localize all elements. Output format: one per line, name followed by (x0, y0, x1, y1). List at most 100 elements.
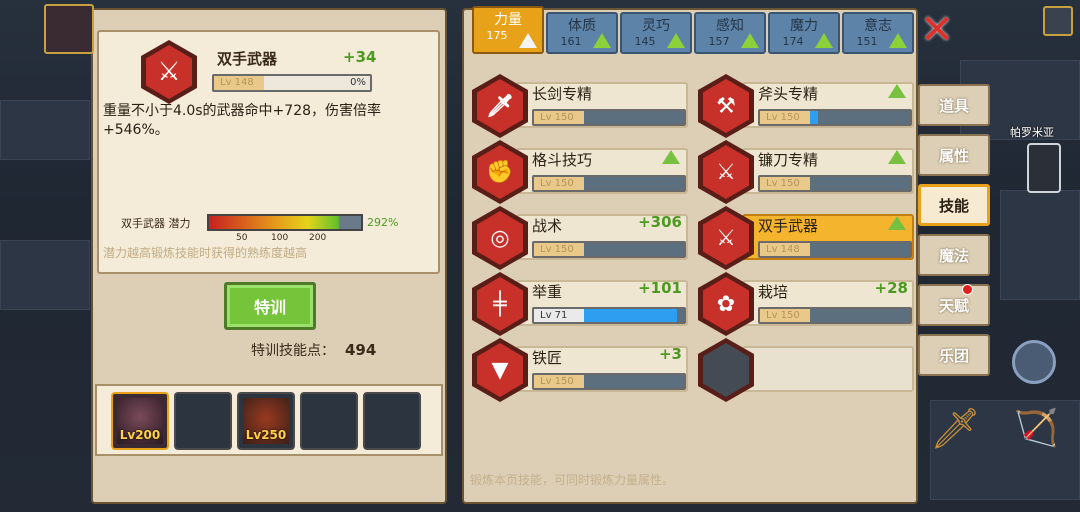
skill-name: 战术 (532, 217, 563, 235)
skill-item[interactable]: ⚔ 镰刀专精 Lv 150 (698, 140, 914, 204)
skill-box (742, 346, 914, 392)
skill-name: 斧头专精 (758, 85, 819, 103)
detail-progress: 0% (350, 77, 366, 88)
train-points: 特训技能点： 494 (251, 340, 376, 360)
skill-progress-fill (584, 309, 677, 322)
skill-level-bar: Lv 150 (532, 373, 686, 390)
slot-2[interactable] (174, 392, 232, 450)
skill-bonus: +3 (658, 345, 682, 363)
skill-detail-panel: ⚔ 双手武器 +34 Lv 148 0% 重量不小于4.0s的武器命中+728，… (91, 8, 447, 504)
upgrade-arrow-icon (888, 216, 906, 230)
tab-will[interactable]: 意志 151 (842, 12, 914, 54)
tab-strength[interactable]: 力量 175 (472, 6, 544, 54)
skill-level: Lv 150 (534, 177, 584, 190)
potential-percent: 292% (367, 216, 399, 229)
skill-level-bar: Lv 150 (532, 109, 686, 126)
sword-action-icon[interactable]: 🗡 (930, 405, 981, 453)
train-points-value: 494 (345, 341, 377, 359)
skill-name: 双手武器 (758, 217, 819, 235)
skill-level: Lv 150 (534, 243, 584, 256)
detail-level: Lv 148 (214, 76, 264, 90)
skill-level-bar: Lv 150 (758, 175, 912, 192)
skill-name: 长剑专精 (532, 85, 593, 103)
side-menu-item[interactable]: 魔法 (918, 234, 990, 276)
equipment-slots: Lv200 Lv250 (95, 384, 443, 456)
potential-tick-50: 50 (236, 233, 248, 243)
close-icon[interactable]: ✕ (919, 10, 955, 50)
side-menu-item[interactable]: 技能 (918, 184, 990, 226)
upgrade-arrow-icon (889, 33, 907, 48)
skill-item[interactable]: ⚔ 双手武器 Lv 148 (698, 206, 914, 270)
skill-level-bar: Lv 150 (532, 241, 686, 258)
tab-constitution[interactable]: 体质 161 (546, 12, 618, 54)
phone-icon[interactable] (1027, 143, 1061, 193)
slot-1-level: Lv200 (119, 428, 161, 442)
upgrade-arrow-icon (593, 33, 611, 48)
skill-item[interactable]: ⚒ 斧头专精 Lv 150 (698, 74, 914, 138)
skill-item[interactable]: ╪ 举重 +101 Lv 71 (472, 272, 688, 336)
skill-level: Lv 71 (534, 309, 584, 322)
upgrade-arrow-icon (519, 33, 537, 48)
potential-label: 双手武器 潜力 (121, 217, 191, 230)
upgrade-arrow-icon (888, 150, 906, 164)
tab-dexterity[interactable]: 灵巧 145 (620, 12, 692, 54)
notification-dot (962, 284, 973, 295)
side-menu-item[interactable]: 天赋 (918, 284, 990, 326)
skill-item[interactable]: ▼ 铁匠 +3 Lv 150 (472, 338, 688, 402)
upgrade-arrow-icon (741, 33, 759, 48)
upgrade-arrow-icon (888, 84, 906, 98)
skill-bonus: +306 (638, 213, 682, 231)
potential-tick-200: 200 (309, 233, 327, 243)
upgrade-arrow-icon (815, 33, 833, 48)
skill-bonus: +28 (874, 279, 908, 297)
side-menu-item[interactable]: 乐团 (918, 334, 990, 376)
footer-hint: 锻炼本页技能，可同时锻炼力量属性。 (470, 473, 675, 487)
skill-level: Lv 150 (534, 111, 584, 124)
tab-strength-label: 力量 (494, 12, 522, 28)
skill-bonus: +101 (638, 279, 682, 297)
potential-bar (207, 214, 363, 231)
slot-3-level: Lv250 (245, 428, 287, 442)
slot-4[interactable] (300, 392, 358, 450)
skill-name: 举重 (532, 283, 563, 301)
skill-empty-slot[interactable] (698, 338, 914, 402)
skill-level: Lv 150 (534, 375, 584, 388)
skill-item[interactable]: 🗡 长剑专精 Lv 150 (472, 74, 688, 138)
skill-item[interactable]: ✿ 栽培 +28 Lv 150 (698, 272, 914, 336)
skill-list-panel: 力量 175 体质 161 灵巧 145 感知 157 魔力 174 意志 15… (462, 6, 918, 504)
skill-detail-card: ⚔ 双手武器 +34 Lv 148 0% 重量不小于4.0s的武器命中+728，… (97, 30, 440, 274)
side-menu-item[interactable]: 道具 (918, 84, 990, 126)
skill-level-bar: Lv 148 (758, 241, 912, 258)
two-hand-sword-icon: ⚔ (141, 40, 197, 104)
gear-icon[interactable] (1012, 340, 1056, 384)
upgrade-arrow-icon (667, 33, 685, 48)
map-location-label: 帕罗米亚 (1010, 126, 1054, 139)
tab-perception[interactable]: 感知 157 (694, 12, 766, 54)
bow-action-icon[interactable]: 🏹 (1012, 405, 1060, 453)
side-menu-item[interactable]: 属性 (918, 134, 990, 176)
potential-tick-100: 100 (271, 233, 289, 243)
skill-level-bar: Lv 150 (758, 109, 912, 126)
skill-level: Lv 148 (760, 243, 810, 256)
tab-magic[interactable]: 魔力 174 (768, 12, 840, 54)
skill-level: Lv 150 (760, 111, 810, 124)
skill-progress-fill (810, 111, 818, 124)
skill-level: Lv 150 (760, 177, 810, 190)
skill-item[interactable]: ◎ 战术 +306 Lv 150 (472, 206, 688, 270)
train-button[interactable]: 特训 (224, 282, 316, 330)
skill-level-bar: Lv 71 (532, 307, 686, 324)
skill-level: Lv 150 (760, 309, 810, 322)
expand-icon[interactable] (1043, 6, 1073, 36)
skill-name: 格斗技巧 (532, 151, 593, 169)
skill-name: 铁匠 (532, 349, 563, 367)
slot-1[interactable]: Lv200 (111, 392, 169, 450)
skill-level-bar: Lv 150 (758, 307, 912, 324)
skill-name: 镰刀专精 (758, 151, 819, 169)
detail-level-bar: Lv 148 0% (212, 74, 372, 92)
skill-name: 栽培 (758, 283, 789, 301)
slot-3[interactable]: Lv250 (237, 392, 295, 450)
avatar[interactable] (44, 4, 94, 54)
detail-bonus: +34 (343, 48, 377, 66)
skill-item[interactable]: ✊ 格斗技巧 Lv 150 (472, 140, 688, 204)
slot-5[interactable] (363, 392, 421, 450)
